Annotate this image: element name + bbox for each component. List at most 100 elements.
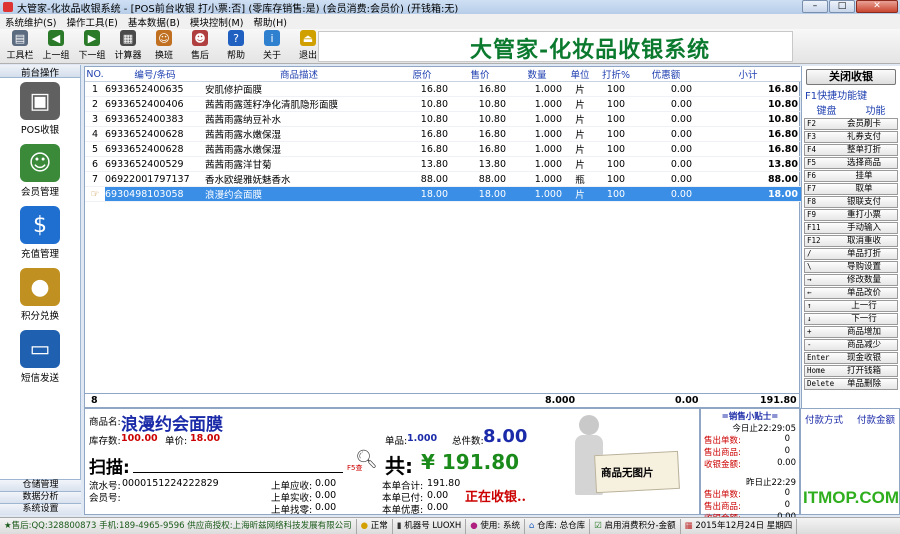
col-qty[interactable]: 数量 xyxy=(509,67,565,82)
next-group-button[interactable]: ▶ 下一组 xyxy=(74,30,110,63)
function-key-button[interactable]: \ 导购设置 xyxy=(804,261,898,273)
function-key-code: F4 xyxy=(807,145,817,154)
help-button[interactable]: ? 帮助 xyxy=(218,30,254,63)
function-key-label: 重打小票 xyxy=(846,210,881,220)
status-support: ★售后:QQ:328800873 手机:189-4965-9596 供应商授权:… xyxy=(0,518,357,534)
function-key-code: F7 xyxy=(807,184,817,193)
table-row[interactable]: ☞ 6930498103058 浪漫约会面膜 18.00 18.00 1.000 片 100 0… xyxy=(85,186,801,202)
total-count: 8 xyxy=(91,395,98,406)
table-row[interactable]: 2 6933652400406 茜茜雨露莲籽净化清肌隐形面膜 10.80 10.80 1.… xyxy=(85,96,801,112)
function-key-button[interactable]: F12 取消重收 xyxy=(804,235,898,247)
function-key-button[interactable]: F8 银联支付 xyxy=(804,196,898,208)
function-key-button[interactable]: ↓ 下一行 xyxy=(804,313,898,325)
magnifier-icon[interactable]: 🔍︎ xyxy=(355,449,378,470)
pay-method-header[interactable]: 付款方式 xyxy=(805,412,843,426)
function-key-button[interactable]: Delete 单品删除 xyxy=(804,378,898,390)
after-sales-button[interactable]: ☻ 售后 xyxy=(182,30,218,63)
toolbar-button-toolbar[interactable]: ▤ 工具栏 xyxy=(2,30,38,63)
col-desc[interactable]: 商品描述 xyxy=(205,67,393,82)
table-cell: 6 xyxy=(85,156,105,172)
function-key-button[interactable]: F2 会员刷卡 xyxy=(804,118,898,130)
shift-button[interactable]: ☺ 换班 xyxy=(146,30,182,63)
table-row[interactable]: 6 6933652400529 茜茜雨露洋甘菊 13.80 13.80 1.000 片 100… xyxy=(85,156,801,172)
menu-tools[interactable]: 操作工具(E) xyxy=(61,15,122,29)
table-row[interactable]: 4 6933652400628 茜茜雨露水嫩保湿 16.80 16.80 1.000 片 10… xyxy=(85,126,801,142)
scan-input[interactable] xyxy=(133,457,343,473)
table-row[interactable]: 7 06922001797137 香水欧缇雅妩魅香水 88.00 88.00 1.000 瓶… xyxy=(85,171,801,187)
function-key-button[interactable]: + 商品增加 xyxy=(804,326,898,338)
function-key-button[interactable]: → 修改数量 xyxy=(804,274,898,286)
function-key-button[interactable]: / 单品打折 xyxy=(804,248,898,260)
col-unit[interactable]: 单位 xyxy=(565,67,595,82)
minimize-button[interactable]: – xyxy=(802,0,828,13)
col-code[interactable]: 编号/条码 xyxy=(105,67,205,82)
close-register-button[interactable]: 关闭收银 xyxy=(806,69,896,85)
menu-modules[interactable]: 模块控制(M) xyxy=(185,15,249,29)
nav-sms[interactable]: ▭ 短信发送 xyxy=(0,326,80,388)
toolbar-icon: ▤ xyxy=(12,30,28,46)
function-key-button[interactable]: F11 手动输入 xyxy=(804,222,898,234)
table-cell: 10.80 xyxy=(695,96,801,112)
menu-basic-data[interactable]: 基本数据(B) xyxy=(123,15,185,29)
col-orig-price[interactable]: 原价 xyxy=(393,67,451,82)
function-key-button[interactable]: ← 单品改价 xyxy=(804,287,898,299)
nav-warehouse[interactable]: 仓储管理 xyxy=(0,479,81,491)
table-cell: 片 xyxy=(565,111,595,127)
table-cell: 13.80 xyxy=(451,156,509,172)
function-key-button[interactable]: F3 礼券支付 xyxy=(804,131,898,143)
function-key-button[interactable]: F7 取单 xyxy=(804,183,898,195)
nav-settings[interactable]: 系统设置 xyxy=(0,503,81,515)
col-subtotal[interactable]: 小计 xyxy=(695,67,801,82)
function-key-button[interactable]: Home 打开钱箱 xyxy=(804,365,898,377)
nav-header[interactable]: 前台操作 xyxy=(0,65,80,79)
table-cell: 0.00 xyxy=(637,141,695,157)
col-offer[interactable]: 优惠额 xyxy=(637,67,695,82)
function-key-button[interactable]: - 商品减少 xyxy=(804,339,898,351)
menu-system[interactable]: 系统维护(S) xyxy=(0,15,61,29)
close-button[interactable]: ✕ xyxy=(856,0,898,13)
watermark: ITMOP.COM xyxy=(802,488,900,507)
total-subtotal: 191.80 xyxy=(760,395,797,406)
title-bar: 大管家-化妆品收银系统 - [POS前台收银 打小票:否] (零库存销售:是) … xyxy=(0,0,900,15)
function-key-code: - xyxy=(807,340,812,349)
function-key-label: 上一行 xyxy=(851,301,877,311)
maximize-button[interactable]: □ xyxy=(829,0,855,13)
table-row[interactable]: 3 6933652400383 茜茜雨露纳豆补水 10.80 10.80 1.000 片 10… xyxy=(85,111,801,127)
calendar-icon: ▦ xyxy=(684,520,693,531)
calculator-button[interactable]: ▦ 计算器 xyxy=(110,30,146,63)
nav-pos[interactable]: ▣ POS收银 xyxy=(0,78,80,140)
col-price[interactable]: 售价 xyxy=(451,67,509,82)
about-button[interactable]: i 关于 xyxy=(254,30,290,63)
function-key-button[interactable]: F9 重打小票 xyxy=(804,209,898,221)
tip-today: 今日止22:29:05 xyxy=(732,424,796,434)
function-key-code: F6 xyxy=(807,171,817,180)
function-key-label: 单品打折 xyxy=(846,249,881,259)
function-key-button[interactable]: F4 整单打折 xyxy=(804,144,898,156)
nav-recharge[interactable]: $ 充值管理 xyxy=(0,202,80,264)
col-discount[interactable]: 打折% xyxy=(595,67,637,82)
shortcut-hint: F1快捷功能键 xyxy=(805,91,868,102)
col-no[interactable]: NO. xyxy=(85,67,105,82)
pay-amount-header[interactable]: 付款金额 xyxy=(857,412,895,426)
function-key-button[interactable]: F6 挂单 xyxy=(804,170,898,182)
function-key-button[interactable]: F5 选择商品 xyxy=(804,157,898,169)
nav-points[interactable]: ● 积分兑换 xyxy=(0,264,80,326)
function-key-button[interactable]: Enter 现金收银 xyxy=(804,352,898,364)
table-row[interactable]: 1 6933652400635 安肌修护面膜 16.80 16.80 1.000 片 100 0… xyxy=(85,81,801,97)
table-cell: 安肌修护面膜 xyxy=(205,81,393,97)
nav-members[interactable]: ☺ 会员管理 xyxy=(0,140,80,202)
menu-help[interactable]: 帮助(H) xyxy=(248,15,292,29)
table-cell: 16.80 xyxy=(451,141,509,157)
table-cell: 茜茜雨露纳豆补水 xyxy=(205,111,393,127)
nav-analytics[interactable]: 数据分析 xyxy=(0,491,81,503)
table-cell: 茜茜雨露洋甘菊 xyxy=(205,156,393,172)
table-cell: 16.80 xyxy=(695,141,801,157)
last-paid-value: 0.00 xyxy=(315,490,337,501)
table-cell: 100 xyxy=(595,81,637,97)
function-key-button[interactable]: ↑ 上一行 xyxy=(804,300,898,312)
table-row[interactable]: 5 6933652400628 茜茜雨露水嫩保湿 16.80 16.80 1.000 片 10… xyxy=(85,141,801,157)
table-cell: 1.000 xyxy=(509,126,565,142)
sales-grid[interactable]: NO. 编号/条码 商品描述 原价 售价 数量 单位 打折% 优惠额 小计 16… xyxy=(84,66,801,408)
table-cell: 100 xyxy=(595,126,637,142)
prev-group-button[interactable]: ◀ 上一组 xyxy=(38,30,74,63)
